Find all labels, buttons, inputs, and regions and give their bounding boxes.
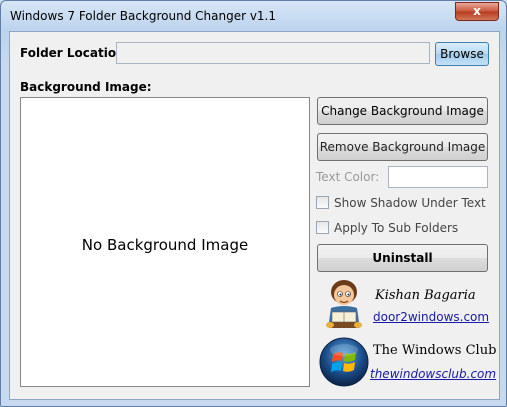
club-link[interactable]: thewindowsclub.com	[370, 367, 496, 381]
background-image-label: Background Image:	[20, 80, 152, 94]
text-color-label: Text Color:	[316, 170, 380, 184]
remove-background-button[interactable]: Remove Background Image	[317, 133, 488, 161]
uninstall-button[interactable]: Uninstall	[317, 244, 488, 272]
apply-subfolders-checkbox[interactable]	[316, 221, 329, 234]
close-button[interactable]: x	[455, 2, 499, 21]
app-window: Windows 7 Folder Background Changer v1.1…	[0, 0, 507, 407]
window-title: Windows 7 Folder Background Changer v1.1	[10, 9, 277, 23]
show-shadow-checkbox[interactable]	[316, 196, 329, 209]
club-name: The Windows Club	[373, 343, 497, 358]
folder-location-input[interactable]	[116, 42, 430, 64]
show-shadow-label: Show Shadow Under Text	[334, 195, 486, 210]
change-background-button[interactable]: Change Background Image	[317, 97, 488, 125]
folder-location-label: Folder Location:	[20, 46, 130, 60]
browse-button[interactable]: Browse	[435, 42, 489, 66]
apply-subfolders-label: Apply To Sub Folders	[334, 220, 459, 235]
background-preview: No Background Image	[20, 97, 310, 387]
preview-placeholder-text: No Background Image	[81, 236, 249, 254]
close-icon: x	[473, 4, 481, 18]
apply-subfolders-option[interactable]: Apply To Sub Folders	[316, 220, 458, 236]
show-shadow-option[interactable]: Show Shadow Under Text	[316, 195, 486, 211]
author-link[interactable]: door2windows.com	[373, 310, 489, 324]
client-area: Folder Location: Browse Background Image…	[9, 31, 500, 400]
cartoon-reader-avatar-icon	[326, 280, 362, 328]
title-bar[interactable]: Windows 7 Folder Background Changer v1.1…	[1, 1, 506, 31]
author-name: Kishan Bagaria	[375, 288, 476, 303]
windows-logo-icon	[319, 337, 369, 387]
text-color-input[interactable]	[388, 166, 488, 188]
